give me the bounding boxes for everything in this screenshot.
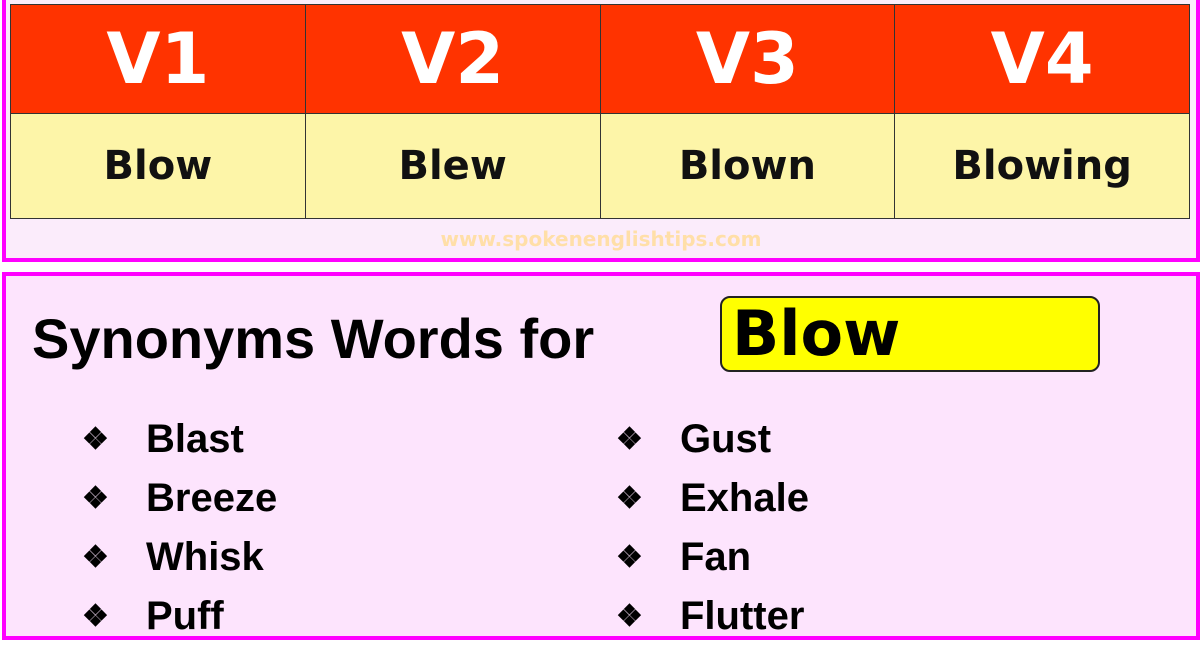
synonym-text: Fan [680,535,752,579]
synonyms-list-left: ❖ Blast ❖ Breeze ❖ Whisk ❖ Puff [82,410,277,646]
bullet-icon: ❖ [82,482,109,515]
list-item: ❖ Fan [616,528,809,587]
highlighted-word-box: Blow [720,296,1100,372]
watermark: www.spokenenglishtips.com [440,227,762,251]
list-item: ❖ Whisk [82,528,277,587]
synonym-text: Breeze [146,476,278,520]
synonyms-list-right: ❖ Gust ❖ Exhale ❖ Fan ❖ Flutter [616,410,809,646]
list-item: ❖ Blast [82,410,277,469]
bullet-icon: ❖ [616,600,643,633]
list-item: ❖ Breeze [82,469,277,528]
list-item: ❖ Exhale [616,469,809,528]
value-v4: Blowing [894,113,1190,219]
header-v3: V3 [599,4,896,114]
synonym-text: Blast [146,417,244,461]
header-v1: V1 [10,4,306,114]
bullet-icon: ❖ [616,541,643,574]
list-item: ❖ Gust [616,410,809,469]
verb-forms-value-row: Blow Blew Blown Blowing [10,113,1190,219]
synonym-text: Puff [146,594,224,638]
synonyms-panel: Synonyms Words for Blow ❖ Blast ❖ Breeze ❖… [2,272,1200,640]
list-item: ❖ Flutter [616,587,809,646]
highlighted-word: Blow [732,297,901,370]
header-v4: V4 [894,4,1190,114]
bullet-icon: ❖ [616,482,643,515]
verb-forms-table: V1 V2 V3 V4 Blow Blew Blown Blowing [10,4,1190,219]
header-v2: V2 [304,4,601,114]
synonym-text: Whisk [146,535,264,579]
synonyms-heading: Synonyms Words for [32,307,595,370]
bullet-icon: ❖ [82,541,109,574]
synonym-text: Exhale [680,476,809,520]
verb-forms-header-row: V1 V2 V3 V4 [10,4,1190,114]
value-v2: Blew [304,113,601,219]
bullet-icon: ❖ [82,600,109,633]
bullet-icon: ❖ [616,423,643,456]
value-v3: Blown [599,113,896,219]
value-v1: Blow [10,113,306,219]
verb-forms-panel: V1 V2 V3 V4 Blow Blew Blown Blowing www.… [2,0,1200,262]
list-item: ❖ Puff [82,587,277,646]
bullet-icon: ❖ [82,423,109,456]
synonym-text: Gust [680,417,772,461]
synonym-text: Flutter [680,594,805,638]
